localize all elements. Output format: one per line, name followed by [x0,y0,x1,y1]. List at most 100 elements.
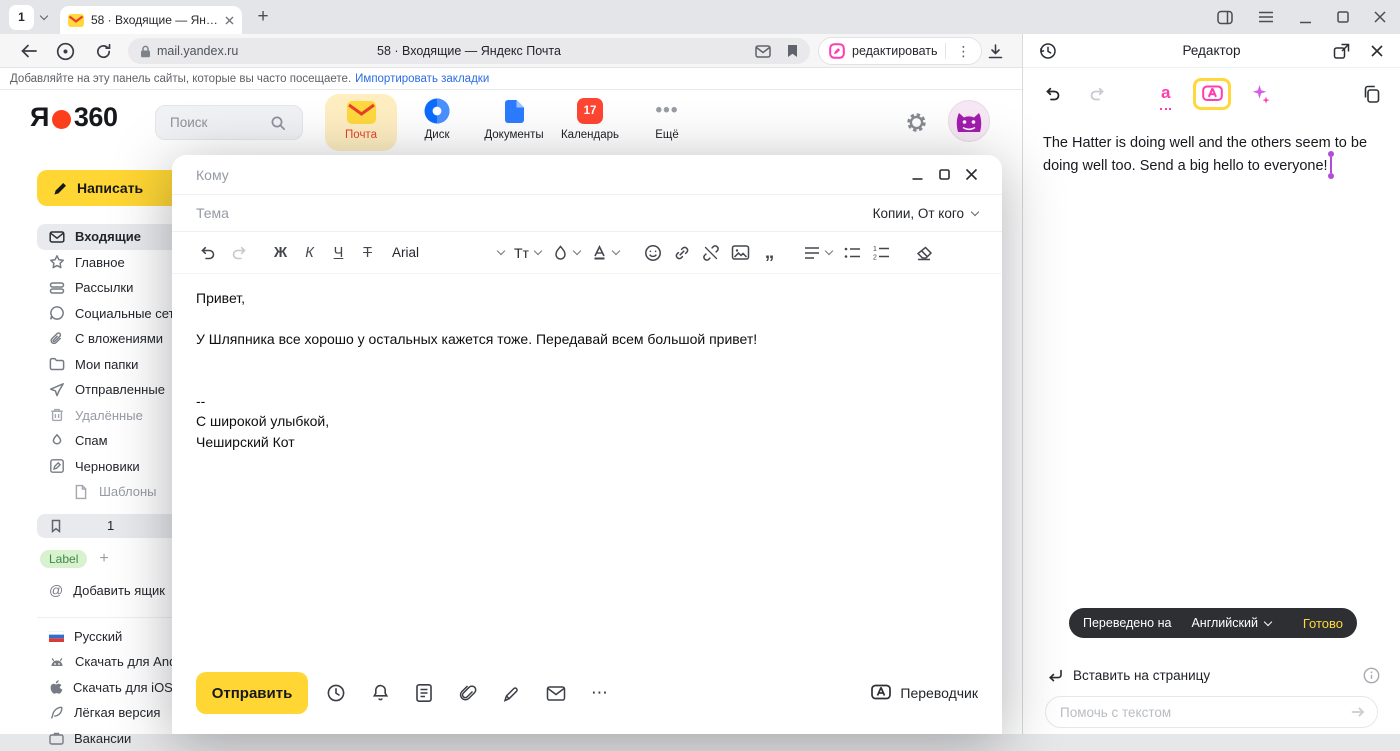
numbered-list-icon[interactable]: 12 [867,238,896,268]
side-panel-icon[interactable] [1217,10,1233,25]
sparkles-icon[interactable] [1245,78,1275,110]
copy-icon[interactable] [1356,78,1386,110]
image-icon[interactable] [726,238,755,268]
service-calendar[interactable]: 17 Календарь [554,94,626,151]
panel-undo-icon[interactable] [1039,78,1069,110]
label-tag[interactable]: Label [40,550,87,568]
eraser-icon[interactable] [910,238,939,268]
tab-counter-button[interactable]: 1 [9,5,34,30]
download-android-link[interactable]: Скачать для Android [37,649,187,675]
add-mailbox-button[interactable]: @ Добавить ящик [37,578,187,603]
insert-to-page-button[interactable]: Вставить на страницу [1047,664,1380,686]
new-tab-button[interactable]: + [250,4,276,30]
compose-button[interactable]: Написать [37,170,187,206]
notes-icon[interactable] [415,683,433,703]
search-icon[interactable] [270,115,286,131]
tab-close-icon[interactable] [225,16,234,25]
avatar[interactable] [948,100,990,142]
close-panel-icon[interactable] [1370,34,1384,68]
service-disk[interactable]: Диск [401,94,473,151]
light-version-link[interactable]: Лёгкая версия [37,700,187,726]
attachment-icon[interactable] [458,683,477,703]
search-box[interactable] [155,105,303,140]
language-button[interactable]: Русский [37,624,187,650]
folder-my-folders[interactable]: Мои папки [37,352,187,378]
download-ios-link[interactable]: Скачать для iOS [37,675,187,701]
folder-spam[interactable]: Спам [37,428,187,454]
folder-drafts[interactable]: Черновики [37,454,187,480]
translate-highlight-box[interactable] [1193,78,1231,110]
bold-button[interactable]: Ж [266,238,295,268]
search-input[interactable] [170,115,270,130]
info-icon[interactable] [1363,667,1380,684]
cc-from-button[interactable]: Копии, От кого [873,206,978,221]
import-bookmarks-link[interactable]: Импортировать закладки [355,73,489,85]
collapse-compose-icon[interactable] [911,168,924,181]
mail-collect-icon[interactable] [755,45,771,58]
close-window-icon[interactable] [1374,11,1386,23]
download-icon[interactable] [980,34,1010,68]
back-icon[interactable] [14,34,44,68]
vacancies-link[interactable]: Вакансии [37,726,187,751]
ai-prompt-input[interactable] [1060,705,1349,720]
bullet-list-icon[interactable] [838,238,867,268]
schedule-clock-icon[interactable] [326,683,346,703]
gear-icon[interactable] [905,111,928,134]
bookmark-filter-row[interactable]: 1 [37,514,187,538]
font-family-select[interactable]: Arial [392,245,504,260]
unlink-icon[interactable] [697,238,726,268]
browser-menu-icon[interactable] [1258,11,1274,23]
language-select[interactable]: Английский [1191,616,1270,630]
reminder-bell-icon[interactable] [371,683,390,703]
service-docs[interactable]: Документы [478,94,550,151]
service-more[interactable]: ••• Ещё [631,94,703,151]
quote-icon[interactable]: „ [755,238,784,268]
yandex-circle-icon[interactable] [50,34,80,68]
yandex-360-logo[interactable]: Я 360 [30,102,117,133]
subject-field[interactable]: Тема Копии, От кого [172,195,1002,232]
active-tab[interactable]: 58 · Входящие — Янд... [60,6,242,34]
highlight-color-select[interactable] [553,245,580,260]
align-select[interactable] [804,246,832,260]
folder-main[interactable]: Главное [37,250,187,276]
close-compose-icon[interactable] [965,168,978,181]
translator-button[interactable]: Переводчик [871,684,978,702]
envelope-icon[interactable] [546,685,566,702]
more-options-icon[interactable]: ⋯ [591,683,609,703]
translated-text[interactable]: The Hatter is doing well and the others … [1043,132,1388,178]
folder-deleted[interactable]: Удалённые [37,403,187,429]
add-label-icon[interactable]: + [99,550,108,568]
address-bar[interactable]: mail.yandex.ru 58 · Входящие — Яндекс По… [128,38,810,64]
extension-kebab-icon[interactable]: ⋮ [953,44,975,58]
folder-newsletters[interactable]: Рассылки [37,275,187,301]
service-mail[interactable]: Почта [325,94,397,151]
panel-redo-icon[interactable] [1081,78,1111,110]
to-field[interactable]: Кому [172,155,1002,195]
underline-button[interactable]: Ч [324,238,353,268]
history-icon[interactable] [1039,34,1057,68]
ai-prompt-inputbox[interactable] [1045,696,1378,728]
folder-social[interactable]: Социальные сети [37,301,187,327]
maximize-window-icon[interactable] [1337,11,1349,23]
redo-icon[interactable] [223,238,252,268]
font-size-select[interactable]: Тт [514,245,541,261]
send-button[interactable]: Отправить [196,672,308,714]
undo-icon[interactable] [194,238,223,268]
reload-icon[interactable] [88,34,118,68]
italic-button[interactable]: К [295,238,324,268]
expand-compose-icon[interactable] [939,169,950,180]
signature-pen-icon[interactable] [502,684,521,703]
folder-templates[interactable]: Шаблоны [37,479,187,505]
emoji-icon[interactable] [639,238,668,268]
editor-extension-button[interactable]: редактировать ⋮ [818,37,982,65]
bookmark-icon[interactable] [787,44,798,58]
spellcheck-icon[interactable]: a [1160,78,1171,110]
message-body-editor[interactable]: Привет, У Шляпника все хорошо у остальны… [172,274,1002,452]
folder-sent[interactable]: Отправленные [37,377,187,403]
open-in-new-icon[interactable] [1333,34,1350,68]
folder-attachments[interactable]: С вложениями [37,326,187,352]
tab-list-chevron-icon[interactable] [34,5,54,30]
folder-inbox[interactable]: Входящие [37,224,187,250]
text-color-select[interactable] [592,245,619,260]
send-arrow-icon[interactable] [1349,703,1367,721]
